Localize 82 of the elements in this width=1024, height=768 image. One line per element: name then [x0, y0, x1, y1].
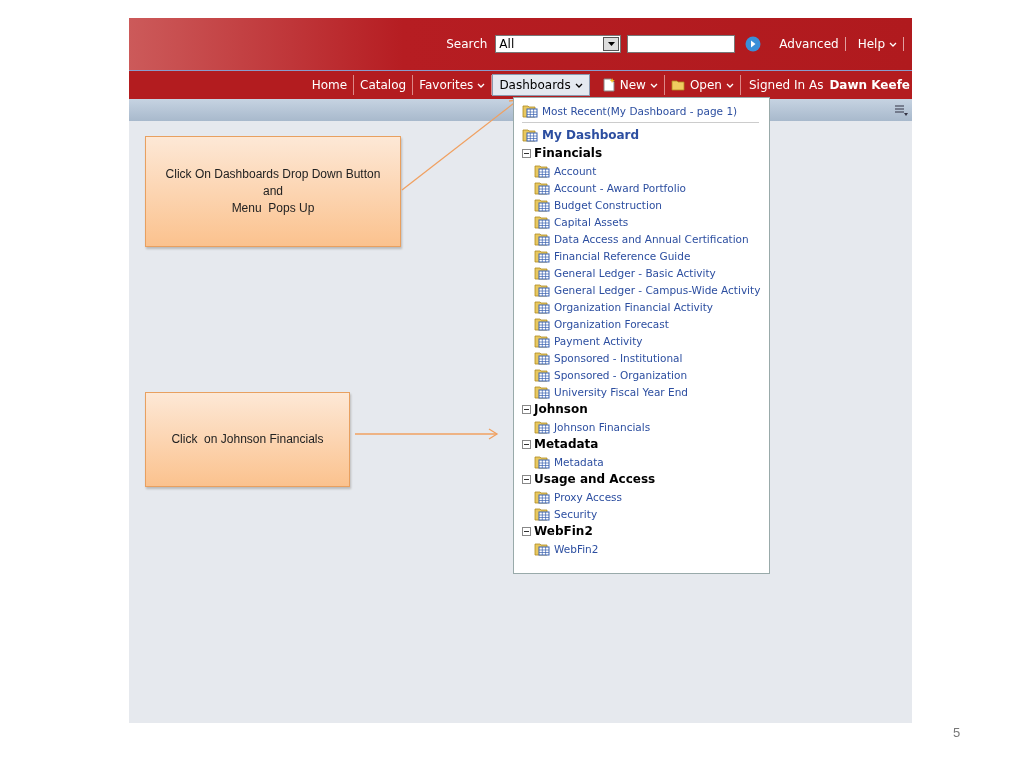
menu-group[interactable]: WebFin2: [522, 522, 769, 540]
collapse-icon[interactable]: [522, 148, 531, 158]
callout-text: Click on Johnson Financials: [171, 431, 324, 448]
caret-icon: [574, 82, 583, 88]
menu-item[interactable]: Capital Assets: [522, 213, 769, 230]
collapse-icon[interactable]: [522, 404, 531, 414]
recent-item[interactable]: Most Recent(My Dashboard - page 1): [522, 102, 759, 123]
folder-grid-icon: [534, 506, 550, 521]
folder-grid-icon: [534, 419, 550, 434]
folder-grid-icon: [534, 163, 550, 178]
folder-grid-icon: [534, 214, 550, 229]
menu-item[interactable]: General Ledger - Basic Activity: [522, 264, 769, 281]
search-field[interactable]: [627, 35, 736, 53]
folder-grid-icon: [534, 282, 550, 297]
nav-item[interactable]: Dashboards: [492, 74, 590, 96]
collapse-icon[interactable]: [522, 474, 531, 484]
menu-item[interactable]: Account - Award Portfolio: [522, 179, 769, 196]
header-link[interactable]: Help: [851, 37, 904, 51]
collapse-icon[interactable]: [522, 526, 531, 536]
go-icon[interactable]: [745, 36, 762, 52]
nav-item[interactable]: Home: [305, 75, 355, 95]
folder-grid-icon: [534, 231, 550, 246]
folder-grid-icon: [534, 333, 550, 348]
search-scope-dropdown[interactable]: All: [495, 35, 622, 53]
menu-item[interactable]: Sponsored - Organization: [522, 366, 769, 383]
menu-item[interactable]: WebFin2: [522, 540, 769, 557]
menu-item[interactable]: Organization Forecast: [522, 315, 769, 332]
folder-icon: [670, 79, 686, 91]
menu-item[interactable]: Johnson Financials: [522, 418, 769, 435]
group-title: Usage and Access: [534, 472, 656, 486]
group-title: WebFin2: [534, 524, 593, 538]
group-title: Financials: [534, 146, 603, 160]
dropdown-arrow-icon: [607, 42, 615, 46]
callout-text: Click On Dashboards Drop Down Button and Menu Pops Up: [165, 166, 381, 217]
folder-grid-icon: [534, 350, 550, 365]
user-name: Dawn Keefe: [829, 78, 910, 92]
search-label: Search: [446, 37, 488, 51]
menu-item[interactable]: University Fiscal Year End: [522, 383, 769, 400]
caret-icon: [649, 82, 658, 88]
folder-grid-icon: [534, 299, 550, 314]
slide-number: 5: [953, 725, 961, 740]
folder-grid-icon: [534, 316, 550, 331]
menu-item[interactable]: General Ledger - Campus-Wide Activity: [522, 281, 769, 298]
menu-item[interactable]: Sponsored - Institutional: [522, 349, 769, 366]
folder-grid-icon: [522, 104, 538, 118]
menu-item[interactable]: Financial Reference Guide: [522, 247, 769, 264]
folder-grid-icon: [534, 367, 550, 382]
folder-grid-icon: [522, 127, 538, 142]
signed-in-label: Signed In As: [748, 78, 825, 92]
menu-item[interactable]: Proxy Access: [522, 488, 769, 505]
group-title: Metadata: [534, 437, 599, 451]
collapse-icon[interactable]: [522, 439, 531, 449]
header-link[interactable]: Advanced: [773, 37, 846, 51]
menu-item[interactable]: Payment Activity: [522, 332, 769, 349]
folder-grid-icon: [534, 489, 550, 504]
list-icon[interactable]: [894, 104, 908, 116]
folder-grid-icon: [534, 384, 550, 399]
new-document-icon: [601, 78, 616, 92]
menu-item[interactable]: Data Access and Annual Certification: [522, 230, 769, 247]
menu-item[interactable]: Metadata: [522, 453, 769, 470]
menu-group[interactable]: Johnson: [522, 400, 769, 418]
folder-grid-icon: [534, 180, 550, 195]
nav-item[interactable]: Open: [664, 75, 741, 95]
caret-icon: [477, 82, 486, 88]
caret-icon: [726, 82, 734, 88]
folder-grid-icon: [534, 197, 550, 212]
menu-group[interactable]: Usage and Access: [522, 470, 769, 488]
caret-icon: [889, 41, 897, 47]
group-title: Johnson: [534, 402, 588, 416]
menu-item[interactable]: Organization Financial Activity: [522, 298, 769, 315]
menu-item[interactable]: Budget Construction: [522, 196, 769, 213]
menu-item[interactable]: Account: [522, 162, 769, 179]
folder-grid-icon: [534, 248, 550, 263]
menu-item[interactable]: My Dashboard: [522, 125, 769, 144]
menu-item[interactable]: Security: [522, 505, 769, 522]
menu-group[interactable]: Metadata: [522, 435, 769, 453]
nav-item[interactable]: New: [595, 75, 665, 95]
folder-grid-icon: [534, 454, 550, 469]
nav-item[interactable]: Catalog: [354, 75, 414, 95]
folder-grid-icon: [534, 541, 550, 556]
folder-grid-icon: [534, 265, 550, 280]
menu-group[interactable]: Financials: [522, 144, 769, 162]
